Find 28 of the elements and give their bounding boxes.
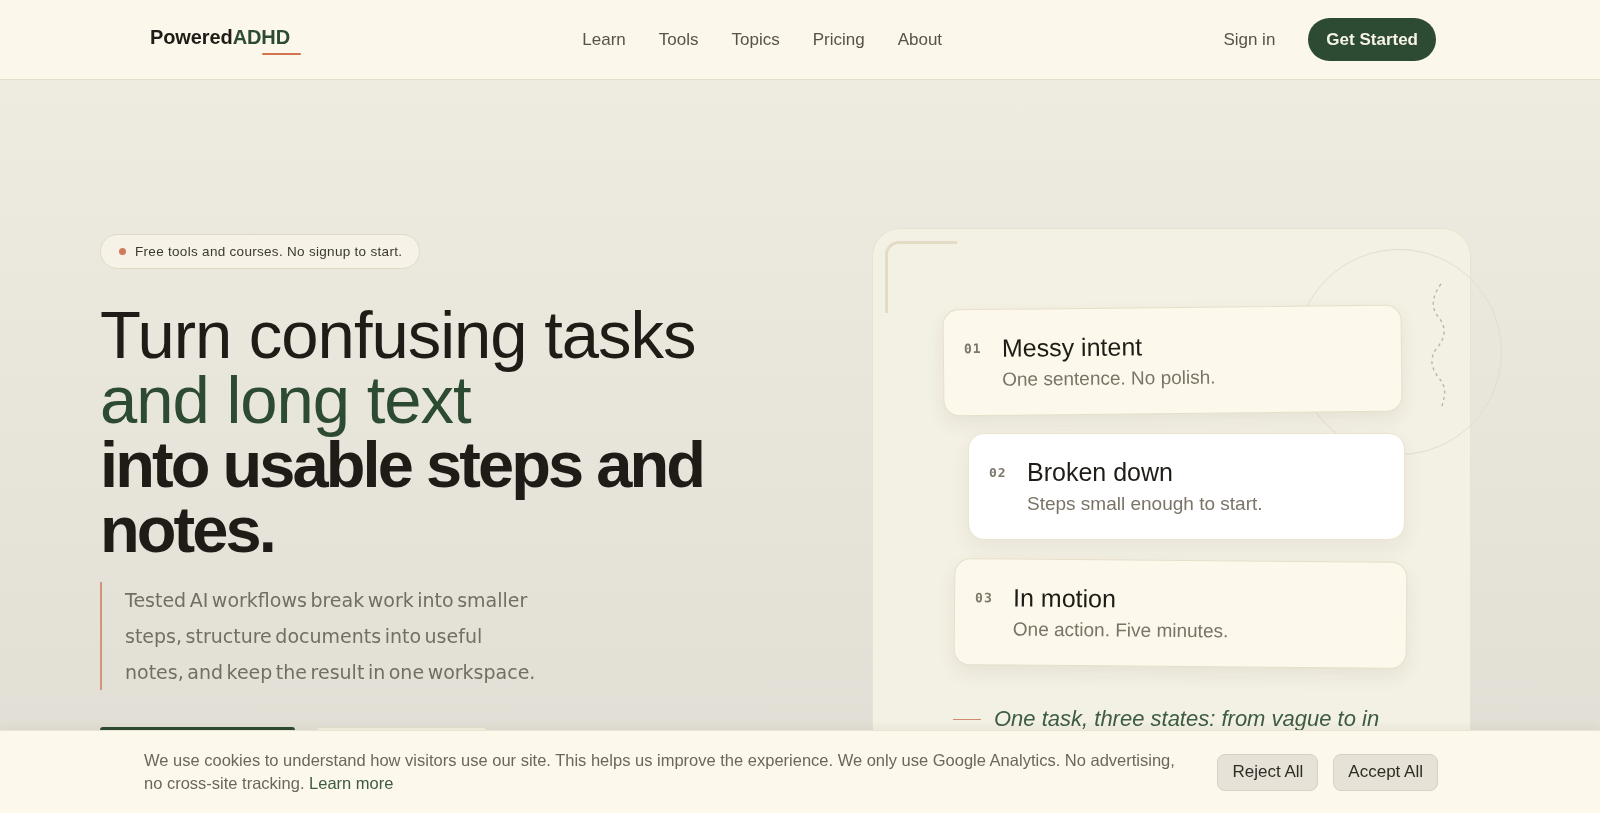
step-number: 02 — [989, 464, 1008, 480]
step-description: Steps small enough to start. — [1027, 492, 1264, 516]
step-description: One action. Five minutes. — [1012, 617, 1230, 644]
primary-button[interactable] — [100, 727, 295, 730]
cookie-notice-text: We use cookies to understand how visitors use our site. This helps us improve the experience. We only use Google Analytics. No advertising, no cross-site tracking. Learn more — [144, 750, 1176, 794]
step-number: 03 — [975, 589, 994, 605]
step-number: 01 — [963, 340, 983, 356]
reject-all-button[interactable]: Reject All — [1217, 753, 1319, 791]
sign-in-link[interactable]: Sign in — [1223, 29, 1276, 50]
nav-link[interactable]: Learn — [582, 28, 626, 51]
nav-link[interactable]: Pricing — [812, 28, 865, 51]
learn-more-link[interactable]: Learn more — [309, 774, 394, 792]
badge-text: Free tools and courses. No signup to start. — [135, 244, 403, 259]
caption-rule — [953, 718, 981, 720]
step-title: Messy intent — [1001, 331, 1144, 364]
get-started-button[interactable]: Get Started — [1308, 18, 1436, 61]
nav-link[interactable]: Topics — [731, 28, 780, 51]
hero-description: Tested AI workflows break work into smaller steps, structure documents into useful notes, and keep the result in one workspace. — [100, 582, 541, 690]
step-title: In motion — [1013, 582, 1118, 615]
step-title: Broken down — [1027, 457, 1174, 488]
nav-link[interactable]: Tools — [658, 28, 699, 51]
nav-link[interactable]: About — [897, 28, 943, 51]
step-description: One sentence. No polish. — [1002, 365, 1217, 392]
logo[interactable]: PoweredADHD — [150, 22, 302, 57]
panel-caption: One task, three states: from vague to in — [994, 705, 1380, 730]
accept-all-button[interactable]: Accept All — [1333, 753, 1438, 791]
hero-headline: Turn confusing tasks and long text into usable steps and notes. — [100, 302, 705, 562]
dot-icon — [119, 248, 126, 255]
